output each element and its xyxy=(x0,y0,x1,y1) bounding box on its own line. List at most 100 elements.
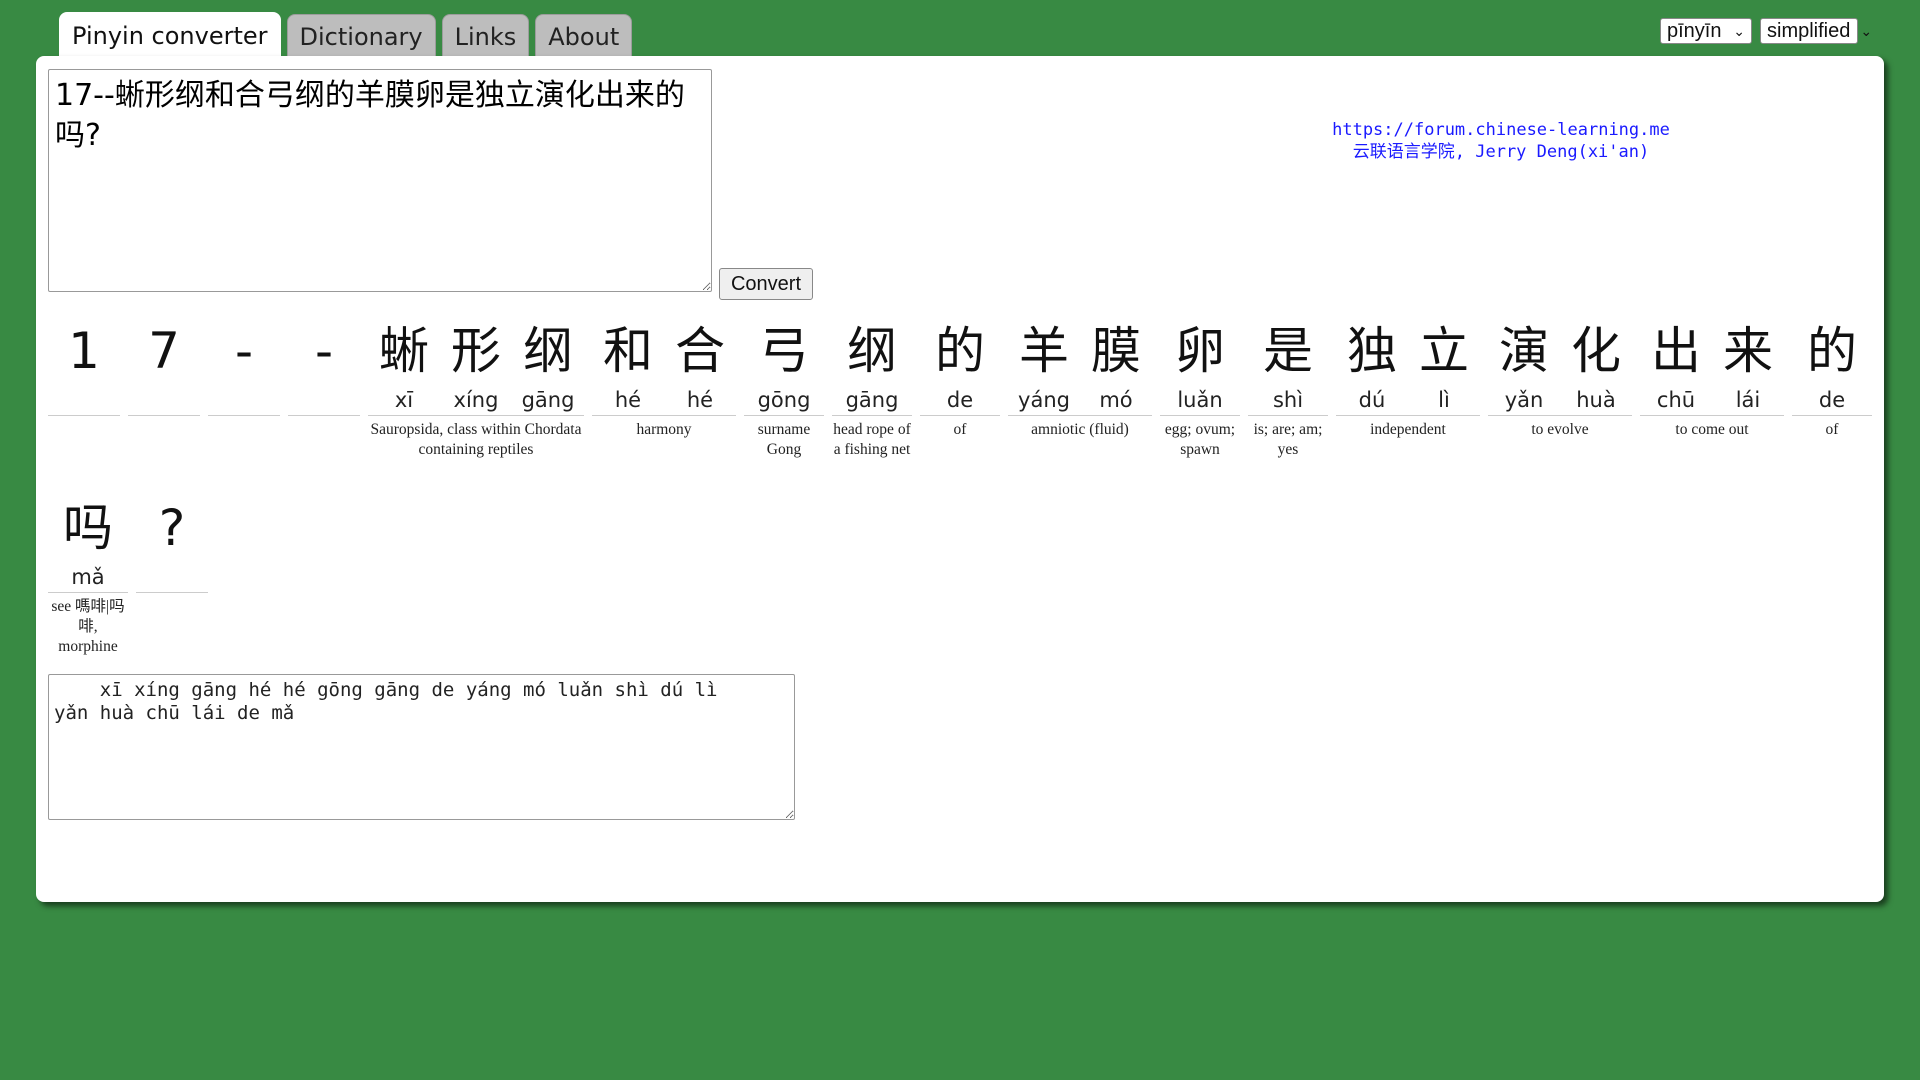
word-characters: 的 de xyxy=(1792,311,1872,416)
char-cell: 纲 gāng xyxy=(832,311,912,415)
tone-mode-value: pīnyīn xyxy=(1667,19,1722,42)
char-cell: 立 lì xyxy=(1408,311,1480,415)
word-group[interactable]: 和 hé 合 hé harmony xyxy=(592,311,736,440)
char-cell: 的 de xyxy=(920,311,1000,415)
pinyin: gāng xyxy=(521,388,575,412)
hanzi: 立 xyxy=(1419,322,1469,380)
char-cell: - xyxy=(208,311,280,415)
pinyin: hé xyxy=(686,388,714,412)
word-group[interactable]: 7 xyxy=(128,311,200,420)
definition: see 嗎啡|吗啡, morphine xyxy=(51,598,125,655)
pinyin: yáng xyxy=(1018,388,1070,412)
word-group[interactable]: 的 de of xyxy=(920,311,1000,440)
hanzi: 纲 xyxy=(847,322,897,380)
hanzi: 1 xyxy=(68,322,100,380)
hanzi: - xyxy=(234,322,254,380)
definition xyxy=(208,416,280,420)
char-cell: 蜥 xī xyxy=(368,311,440,415)
word-characters: - xyxy=(208,311,280,416)
word-characters: 和 hé 合 hé xyxy=(592,311,736,416)
char-cell: 吗 mǎ xyxy=(48,488,128,592)
word-characters: 演 yǎn 化 huà xyxy=(1488,311,1632,416)
definition: is; are; am; yes xyxy=(1253,421,1323,458)
tab-dictionary[interactable]: Dictionary xyxy=(286,14,436,58)
pinyin: lì xyxy=(1438,388,1450,412)
hanzi: 的 xyxy=(1807,322,1857,380)
word-group[interactable]: 1 xyxy=(48,311,120,420)
tab-pinyin-converter[interactable]: Pinyin converter xyxy=(59,12,281,58)
pinyin: lái xyxy=(1735,388,1761,412)
hanzi: 和 xyxy=(603,322,653,380)
char-cell: 来 lái xyxy=(1712,311,1784,415)
word-group[interactable]: 的 de of xyxy=(1792,311,1872,440)
word-group[interactable]: 出 chū 来 lái to come out xyxy=(1640,311,1784,440)
pinyin: dú xyxy=(1358,388,1386,412)
word-group[interactable]: 卵 luǎn egg; ovum; spawn xyxy=(1160,311,1240,460)
hanzi: 的 xyxy=(935,322,985,380)
option-selects: pīnyīn ⌄ simplified ⌄ xyxy=(1660,18,1872,44)
word-characters: 7 xyxy=(128,311,200,416)
hanzi: ? xyxy=(158,499,186,557)
char-cell: 合 hé xyxy=(664,311,736,415)
word-group[interactable]: 吗 mǎ see 嗎啡|吗啡, morphine xyxy=(48,488,128,657)
word-characters: 纲 gāng xyxy=(832,311,912,416)
chinese-input[interactable]: 17--蜥形纲和合弓纲的羊膜卵是独立演化出来的吗? xyxy=(48,69,712,292)
word-group[interactable]: 独 dú 立 lì independent xyxy=(1336,311,1480,440)
hanzi: - xyxy=(314,322,334,380)
definition xyxy=(288,416,360,420)
definition xyxy=(48,416,120,420)
hanzi: 演 xyxy=(1499,322,1549,380)
hanzi: 来 xyxy=(1723,322,1773,380)
hanzi: 出 xyxy=(1651,322,1701,380)
char-cell: 演 yǎn xyxy=(1488,311,1560,415)
hanzi: 7 xyxy=(148,322,180,380)
char-cell: - xyxy=(288,311,360,415)
definition: amniotic (fluid) xyxy=(1031,421,1129,438)
hanzi: 是 xyxy=(1263,322,1313,380)
word-row: 吗 mǎ see 嗎啡|吗啡, morphine? xyxy=(48,488,1858,657)
converter-panel: 17--蜥形纲和合弓纲的羊膜卵是独立演化出来的吗? Convert https:… xyxy=(36,56,1884,902)
definition: harmony xyxy=(636,421,692,438)
word-group[interactable]: - xyxy=(288,311,360,420)
tab-links[interactable]: Links xyxy=(441,14,530,58)
word-group[interactable]: 纲 gāng head rope of a fishing net xyxy=(832,311,912,460)
char-cell: 独 dú xyxy=(1336,311,1408,415)
word-group[interactable]: 羊 yáng 膜 mó amniotic (fluid) xyxy=(1008,311,1152,440)
forum-link[interactable]: https://forum.chinese-learning.me xyxy=(1236,119,1766,141)
script-value: simplified xyxy=(1767,19,1851,42)
credits: https://forum.chinese-learning.me 云联语言学院… xyxy=(1236,119,1766,163)
char-cell: 膜 mó xyxy=(1080,311,1152,415)
definition: Sauropsida, class within Chordata contai… xyxy=(370,421,582,458)
word-group[interactable]: 蜥 xī 形 xíng 纲 gāng Sauropsida, class within Ch… xyxy=(368,311,584,460)
word-characters: 吗 mǎ xyxy=(48,488,128,593)
hanzi: 独 xyxy=(1347,322,1397,380)
pinyin: hé xyxy=(614,388,642,412)
word-group[interactable]: ? xyxy=(136,488,208,597)
author-link[interactable]: 云联语言学院, Jerry Deng(xi'an) xyxy=(1236,141,1766,163)
script-select[interactable]: simplified ⌄ xyxy=(1760,18,1872,44)
hanzi: 吗 xyxy=(63,499,113,557)
definition xyxy=(136,593,208,597)
char-cell: 是 shì xyxy=(1248,311,1328,415)
definition: of xyxy=(1825,421,1839,438)
word-group[interactable]: 演 yǎn 化 huà to evolve xyxy=(1488,311,1632,440)
convert-button[interactable]: Convert xyxy=(719,268,813,300)
word-characters: - xyxy=(288,311,360,416)
pinyin: chū xyxy=(1656,388,1696,412)
pinyin: xī xyxy=(394,388,414,412)
hanzi: 膜 xyxy=(1091,322,1141,380)
pinyin: gāng xyxy=(845,388,899,412)
definition: to come out xyxy=(1675,421,1749,438)
definition: egg; ovum; spawn xyxy=(1164,421,1236,458)
tone-mode-select[interactable]: pīnyīn ⌄ xyxy=(1660,18,1752,44)
chevron-down-icon: ⌄ xyxy=(1860,22,1873,39)
hanzi: 纲 xyxy=(523,322,573,380)
pinyin-output[interactable]: xī xíng gāng hé hé gōng gāng de yáng mó … xyxy=(48,674,795,820)
definition: to evolve xyxy=(1531,421,1589,438)
word-group[interactable]: - xyxy=(208,311,280,420)
tab-about[interactable]: About xyxy=(535,14,633,58)
word-group[interactable]: 弓 gōng surname Gong xyxy=(744,311,824,460)
word-row: 1 7- - 蜥 xī 形 xíng 纲 gāng Sauropsida, class withi… xyxy=(48,311,1872,460)
word-group[interactable]: 是 shì is; are; am; yes xyxy=(1248,311,1328,460)
char-cell: 羊 yáng xyxy=(1008,311,1080,415)
